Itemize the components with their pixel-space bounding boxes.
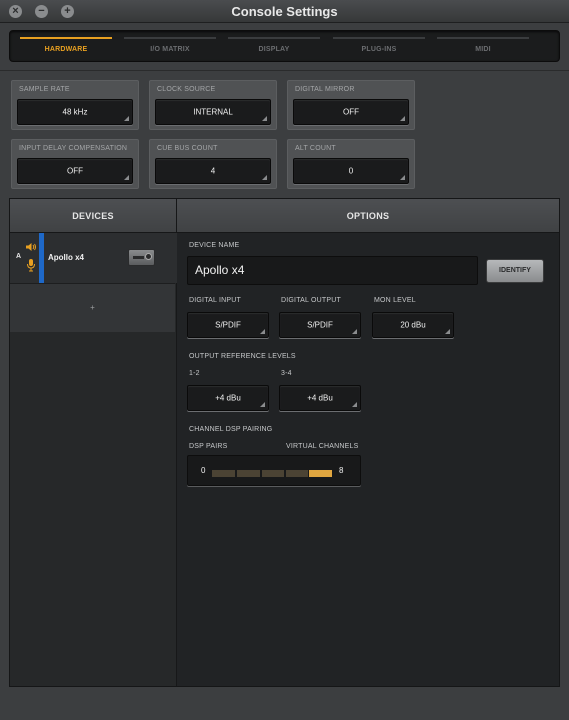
tab-midi[interactable]: MIDI (437, 31, 529, 61)
out-1-2-label: 1-2 (189, 370, 200, 377)
dropdown-corner-icon (260, 402, 265, 407)
dropdown-corner-icon (445, 329, 450, 334)
speaker-icon (26, 243, 36, 251)
alt-count-box: ALT COUNT 0 (287, 139, 415, 189)
clock-source-box: CLOCK SOURCE INTERNAL (149, 80, 277, 130)
dropdown-corner-icon (124, 116, 129, 121)
input-delay-select[interactable]: OFF (17, 158, 133, 184)
dsp-pairs-label: DSP PAIRS (189, 443, 228, 450)
dropdown-corner-icon (400, 116, 405, 121)
microphone-icon (27, 259, 35, 272)
alt-count-label: ALT COUNT (295, 145, 336, 152)
apollo-device-icon (128, 249, 155, 266)
tab-hardware[interactable]: HARDWARE (20, 31, 112, 61)
sample-rate-label: SAMPLE RATE (19, 86, 70, 93)
meter-segment (262, 470, 284, 477)
digital-mirror-select[interactable]: OFF (293, 99, 409, 125)
device-name-input[interactable]: Apollo x4 (187, 256, 478, 285)
cue-bus-box: CUE BUS COUNT 4 (149, 139, 277, 189)
devices-options-panel: DEVICES OPTIONS A Apollo x4 + DEVICE NAM… (9, 198, 560, 687)
digital-mirror-label: DIGITAL MIRROR (295, 86, 355, 93)
clock-source-select[interactable]: INTERNAL (155, 99, 271, 125)
dropdown-corner-icon (124, 175, 129, 180)
tab-io-matrix[interactable]: I/O MATRIX (124, 31, 216, 61)
dsp-min-value: 0 (201, 466, 206, 475)
mon-level-label: MON LEVEL (374, 297, 416, 304)
virtual-channels-label: VIRTUAL CHANNELS (286, 443, 359, 450)
dropdown-corner-icon (260, 329, 265, 334)
digital-input-label: DIGITAL INPUT (189, 297, 241, 304)
cue-bus-select[interactable]: 4 (155, 158, 271, 184)
out-3-4-select[interactable]: +4 dBu (279, 385, 361, 411)
digital-output-label: DIGITAL OUTPUT (281, 297, 341, 304)
alt-count-select[interactable]: 0 (293, 158, 409, 184)
meter-segment (212, 470, 235, 477)
identify-button[interactable]: IDENTIFY (486, 259, 544, 283)
device-name-label: DEVICE NAME (189, 242, 240, 249)
digital-mirror-box: DIGITAL MIRROR OFF (287, 80, 415, 130)
window-title: Console Settings (231, 4, 338, 19)
tab-bar: HARDWARE I/O MATRIX DISPLAY PLUG-INS MID… (9, 30, 560, 62)
sample-rate-select[interactable]: 48 kHz (17, 99, 133, 125)
dropdown-corner-icon (262, 175, 267, 180)
digital-output-select[interactable]: S/PDIF (279, 312, 361, 338)
device-name: Apollo x4 (48, 253, 85, 262)
sample-rate-box: SAMPLE RATE 48 kHz (11, 80, 139, 130)
devices-header: DEVICES (10, 199, 177, 233)
device-letter: A (16, 253, 22, 260)
meter-segment (237, 470, 260, 477)
add-device-button[interactable]: + (10, 283, 175, 332)
mon-level-select[interactable]: 20 dBu (372, 312, 454, 338)
dsp-max-value: 8 (339, 466, 344, 475)
clock-source-label: CLOCK SOURCE (157, 86, 216, 93)
out-1-2-select[interactable]: +4 dBu (187, 385, 269, 411)
devices-list: A Apollo x4 + (10, 233, 177, 686)
device-color-stripe (39, 233, 44, 283)
digital-input-select[interactable]: S/PDIF (187, 312, 269, 338)
device-row[interactable]: A Apollo x4 (10, 233, 177, 283)
tab-display[interactable]: DISPLAY (228, 31, 320, 61)
dropdown-corner-icon (400, 175, 405, 180)
divider (0, 70, 569, 71)
dropdown-corner-icon (352, 329, 357, 334)
input-delay-label: INPUT DELAY COMPENSATION (19, 145, 128, 152)
dropdown-corner-icon (352, 402, 357, 407)
meter-segment (286, 470, 308, 477)
channel-dsp-pairing-label: CHANNEL DSP PAIRING (189, 426, 273, 433)
meter-thumb[interactable] (309, 470, 332, 477)
out-3-4-label: 3-4 (281, 370, 292, 377)
cue-bus-label: CUE BUS COUNT (157, 145, 218, 152)
options-header: OPTIONS (177, 199, 559, 233)
dropdown-corner-icon (262, 116, 267, 121)
input-delay-box: INPUT DELAY COMPENSATION OFF (11, 139, 139, 189)
title-bar: × − + Console Settings (0, 0, 569, 23)
tab-plug-ins[interactable]: PLUG-INS (333, 31, 425, 61)
dsp-pairing-slider[interactable]: 0 8 (187, 455, 361, 486)
output-reference-levels-label: OUTPUT REFERENCE LEVELS (189, 353, 296, 360)
